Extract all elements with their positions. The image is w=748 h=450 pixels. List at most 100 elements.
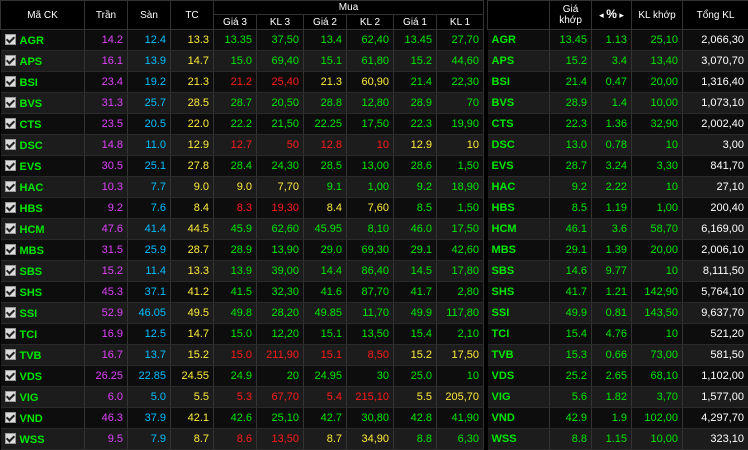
symbol-cell[interactable]: HAC	[1, 177, 85, 198]
symbol-cell[interactable]: BVS	[1, 93, 85, 114]
watch-checkbox[interactable]	[5, 349, 16, 360]
symbol-cell[interactable]: BSI	[1, 72, 85, 93]
bid-vol2-cell: 8,10	[347, 219, 394, 240]
watch-checkbox[interactable]	[5, 55, 16, 66]
header-ceiling[interactable]: Trần	[85, 1, 128, 30]
table-row[interactable]: HAC10.37.79.09.07,709.11,009.218,90HAC9.…	[1, 177, 748, 198]
symbol-cell[interactable]: CTS	[1, 114, 85, 135]
table-row[interactable]: WSS9.57.98.78.613,508.734,908.86,30WSS8.…	[1, 429, 748, 450]
watch-checkbox[interactable]	[5, 97, 16, 108]
match-price-cell: 14.6	[550, 261, 592, 282]
ceiling-cell: 47.6	[85, 219, 128, 240]
symbol-cell[interactable]: TCI	[1, 324, 85, 345]
header-total-vol[interactable]: Tổng KL	[683, 1, 748, 30]
watch-checkbox[interactable]	[5, 265, 16, 276]
table-row[interactable]: TVB16.713.715.215.0211,9015.18,5015.217,…	[1, 345, 748, 366]
watch-checkbox[interactable]	[5, 223, 16, 234]
symbol-cell[interactable]: HCM	[1, 219, 85, 240]
bid-price1-cell: 13.45	[394, 30, 437, 51]
watch-checkbox[interactable]	[5, 160, 16, 171]
symbol-cell[interactable]: TVB	[1, 345, 85, 366]
watch-checkbox[interactable]	[5, 34, 16, 45]
table-row[interactable]: VND46.337.942.142.625,1042.730,8042.841,…	[1, 408, 748, 429]
ceiling-cell: 23.5	[85, 114, 128, 135]
bid-price3-cell: 28.9	[214, 240, 257, 261]
watch-checkbox[interactable]	[5, 286, 16, 297]
watch-checkbox[interactable]	[5, 370, 16, 381]
bid-vol3-cell: 24,30	[257, 156, 304, 177]
table-row[interactable]: BVS31.325.728.528.720,5028.812,8028.970B…	[1, 93, 748, 114]
table-row[interactable]: EVS30.525.127.828.424,3028.513,0028.61,5…	[1, 156, 748, 177]
table-row[interactable]: SSI52.946.0549.549.828,2049.8511,7049.91…	[1, 303, 748, 324]
watch-checkbox[interactable]	[5, 139, 16, 150]
table-row[interactable]: SHS45.337.141.241.532,3041.687,7041.72,8…	[1, 282, 748, 303]
ceiling-cell: 15.2	[85, 261, 128, 282]
bid-vol3-cell: 32,30	[257, 282, 304, 303]
table-row[interactable]: TCI16.912.514.715.012,2015.113,5015.42,1…	[1, 324, 748, 345]
watch-checkbox[interactable]	[5, 181, 16, 192]
symbol-cell[interactable]: VIG	[1, 387, 85, 408]
watch-checkbox[interactable]	[5, 391, 16, 402]
symbol-cell[interactable]: SSI	[1, 303, 85, 324]
bid-price1-cell: 49.9	[394, 303, 437, 324]
symbol-cell[interactable]: HBS	[1, 198, 85, 219]
symbol-cell[interactable]: SHS	[1, 282, 85, 303]
watch-checkbox[interactable]	[5, 118, 16, 129]
watch-checkbox[interactable]	[5, 202, 16, 213]
symbol-cell[interactable]: VDS	[1, 366, 85, 387]
table-row[interactable]: HBS9.27.68.48.319,308.47,608.51,50HBS8.5…	[1, 198, 748, 219]
floor-cell: 12.5	[128, 324, 171, 345]
header-bid-price1[interactable]: Giá 1	[394, 15, 437, 30]
symbol-cell[interactable]: APS	[1, 51, 85, 72]
change-pct-cell: 0.78	[592, 135, 632, 156]
header-bid-price2[interactable]: Giá 2	[304, 15, 347, 30]
symbol-cell[interactable]: VND	[1, 408, 85, 429]
table-row[interactable]: VDS26.2522.8524.5524.92024.953025.010VDS…	[1, 366, 748, 387]
watch-checkbox[interactable]	[5, 328, 16, 339]
bid-price2-cell: 21.3	[304, 72, 347, 93]
watch-checkbox[interactable]	[5, 76, 16, 87]
bid-vol1-cell: 10	[437, 366, 484, 387]
total-vol-cell: 9,637,70	[683, 303, 748, 324]
watch-checkbox[interactable]	[5, 307, 16, 318]
total-vol-cell: 1,073,10	[683, 93, 748, 114]
header-symbol[interactable]: Mã CK	[1, 1, 85, 30]
table-row[interactable]: DSC14.811.012.912.75012.81012.910DSC13.0…	[1, 135, 748, 156]
ref-cell: 22.0	[171, 114, 214, 135]
header-ref[interactable]: TC	[171, 1, 214, 30]
header-symbol-2[interactable]: Mã CK	[488, 1, 550, 30]
symbol-cell[interactable]: MBS	[1, 240, 85, 261]
bid-vol1-cell: 41,90	[437, 408, 484, 429]
symbol-cell[interactable]: WSS	[1, 429, 85, 450]
change-pct-cell: 1.9	[592, 408, 632, 429]
header-bid-vol1[interactable]: KL 1	[437, 15, 484, 30]
table-row[interactable]: MBS31.525.928.728.913,9029.069,3029.142,…	[1, 240, 748, 261]
match-vol-cell: 3,70	[632, 387, 683, 408]
header-bid-vol3[interactable]: KL 3	[257, 15, 304, 30]
header-bid-price3[interactable]: Giá 3	[214, 15, 257, 30]
symbol-cell[interactable]: SBS	[1, 261, 85, 282]
watch-checkbox[interactable]	[5, 433, 16, 444]
table-row[interactable]: APS16.113.914.715.069,4015.161,8015.244,…	[1, 51, 748, 72]
bid-vol1-cell: 44,60	[437, 51, 484, 72]
bid-vol1-cell: 17,50	[437, 219, 484, 240]
table-row[interactable]: HCM47.641.444.545.962,6045.958,1046.017,…	[1, 219, 748, 240]
table-row[interactable]: SBS15.211.413.313.939,0014.486,4014.517,…	[1, 261, 748, 282]
header-match-price[interactable]: Giá khớp	[550, 1, 592, 30]
watch-checkbox[interactable]	[5, 412, 16, 423]
header-match-vol[interactable]: KL khớp	[632, 1, 683, 30]
symbol-cell[interactable]: EVS	[1, 156, 85, 177]
header-change-pct[interactable]: ◂ % ▸	[592, 1, 632, 30]
total-vol-cell: 1,316,40	[683, 72, 748, 93]
table-row[interactable]: BSI23.419.221.321.225,4021.360,9021.422,…	[1, 72, 748, 93]
table-row[interactable]: VIG6.05.05.55.367,705.4215,105.5205,70VI…	[1, 387, 748, 408]
header-bid-vol2[interactable]: KL 2	[347, 15, 394, 30]
watch-checkbox[interactable]	[5, 244, 16, 255]
change-pct-cell: 1.82	[592, 387, 632, 408]
table-row[interactable]: AGR14.212.413.313.3537,5013.462,4013.452…	[1, 30, 748, 51]
table-row[interactable]: CTS23.520.522.022.221,5022.2517,5022.319…	[1, 114, 748, 135]
symbol-cell[interactable]: AGR	[1, 30, 85, 51]
symbol-cell[interactable]: DSC	[1, 135, 85, 156]
header-floor[interactable]: Sàn	[128, 1, 171, 30]
floor-cell: 25.9	[128, 240, 171, 261]
